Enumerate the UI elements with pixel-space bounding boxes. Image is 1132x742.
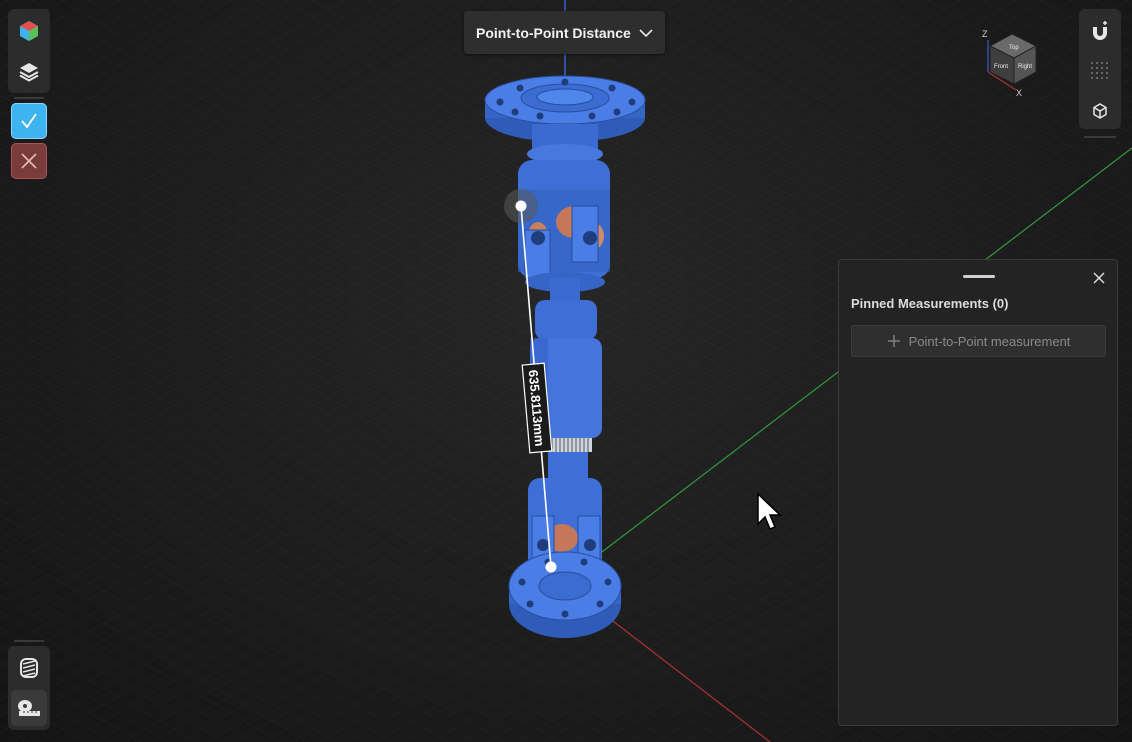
add-point-to-point-button[interactable]: Point-to-Point measurement <box>851 325 1106 357</box>
confirm-cancel-group <box>8 103 50 179</box>
appearance-cube-icon <box>20 21 38 41</box>
left-bottom-toolbar <box>8 640 50 730</box>
left-bottom-group <box>8 646 50 730</box>
panel-title: Pinned Measurements (0) <box>851 296 1009 311</box>
confirm-button[interactable] <box>11 103 47 139</box>
snap-button[interactable] <box>1082 13 1118 49</box>
right-toolbar-divider <box>1084 136 1116 138</box>
add-button-label: Point-to-Point measurement <box>908 333 1071 349</box>
view-cube-face-top[interactable]: Top <box>1009 45 1019 51</box>
view-cube-axis-x: X <box>1016 88 1022 98</box>
section-cut-icon <box>20 658 38 678</box>
view-cube[interactable]: Z X Top Front Right <box>982 29 1038 98</box>
plus-icon <box>887 335 900 347</box>
chevron-down-icon <box>639 28 653 37</box>
left-bottom-divider <box>14 640 44 642</box>
appearance-button[interactable] <box>11 13 47 49</box>
cancel-x-icon <box>21 153 37 169</box>
measurement-mode-label: Point-to-Point Distance <box>476 24 631 41</box>
view-cube-face-right[interactable]: Right <box>1018 64 1032 70</box>
snap-magnet-icon <box>1093 21 1107 40</box>
close-icon[interactable] <box>1091 270 1107 286</box>
panel-drag-handle[interactable] <box>963 275 995 278</box>
grid-dots-icon <box>1091 62 1108 79</box>
pinned-measurements-panel: Pinned Measurements (0) Point-to-Point m… <box>838 259 1118 726</box>
cancel-button[interactable] <box>11 143 47 179</box>
isometric-view-button[interactable] <box>1082 93 1118 129</box>
section-cut-button[interactable] <box>11 650 47 686</box>
view-cube-axis-z: Z <box>982 29 988 39</box>
grid-button[interactable] <box>1082 53 1118 89</box>
measure-tape-icon <box>18 700 40 716</box>
x-axis-line <box>595 607 771 742</box>
measurement-end-point[interactable] <box>545 561 557 573</box>
layers-icon <box>19 63 39 82</box>
view-cube-face-front[interactable]: Front <box>994 64 1008 70</box>
left-toolbar-group <box>8 9 50 93</box>
layers-button[interactable] <box>11 53 47 89</box>
measure-button[interactable] <box>11 690 47 726</box>
mouse-cursor-icon <box>757 492 782 530</box>
left-toolbar-divider <box>14 97 44 99</box>
right-toolbar <box>1079 9 1121 129</box>
isometric-view-icon <box>1093 103 1107 119</box>
driveshaft-model[interactable] <box>484 75 646 638</box>
left-toolbar <box>8 9 50 179</box>
confirm-check-icon <box>21 113 37 129</box>
measurement-mode-dropdown[interactable]: Point-to-Point Distance <box>464 11 665 54</box>
